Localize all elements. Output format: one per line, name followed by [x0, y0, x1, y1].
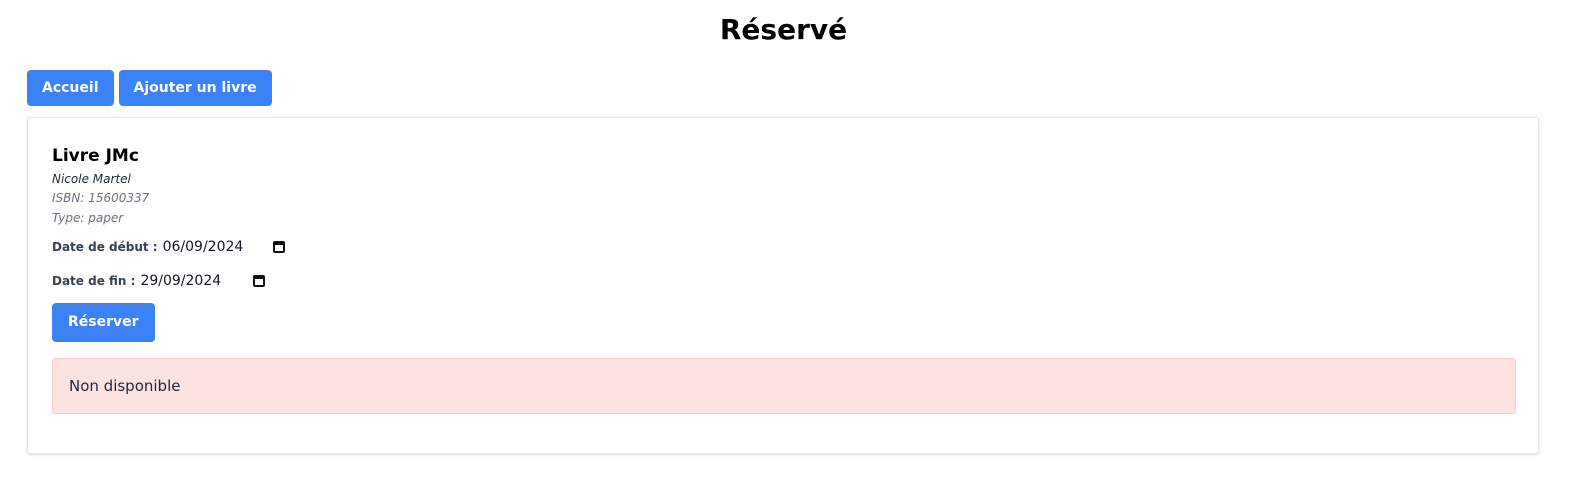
book-title: Livre JMc	[52, 146, 139, 166]
page-title: Réservé	[719, 13, 848, 46]
nav-bar: Accueil Ajouter un livre	[27, 70, 272, 106]
book-type: Type: paper	[52, 211, 124, 225]
start-date-input[interactable]: 06/09/2024	[163, 239, 286, 255]
add-book-button[interactable]: Ajouter un livre	[118, 70, 272, 106]
start-date-row: Date de début : 06/09/2024	[52, 239, 286, 255]
home-button[interactable]: Accueil	[27, 70, 114, 106]
end-date-value[interactable]: 29/09/2024	[140, 273, 221, 289]
page: Réservé Accueil Ajouter un livre Livre J…	[0, 0, 1591, 494]
start-date-label: Date de début :	[52, 240, 158, 254]
book-card: Livre JMc Nicole Martel ISBN: 15600337 T…	[27, 117, 1539, 454]
calendar-icon[interactable]	[273, 241, 286, 253]
book-isbn: ISBN: 15600337	[52, 191, 150, 205]
start-date-value[interactable]: 06/09/2024	[163, 239, 244, 255]
calendar-icon[interactable]	[253, 275, 266, 287]
availability-alert: Non disponible	[52, 358, 1516, 414]
reserve-button[interactable]: Réserver	[52, 303, 155, 342]
alert-message: Non disponible	[69, 377, 181, 395]
end-date-row: Date de fin : 29/09/2024	[52, 273, 266, 289]
end-date-label: Date de fin :	[52, 274, 136, 288]
end-date-input[interactable]: 29/09/2024	[140, 273, 266, 289]
book-author: Nicole Martel	[52, 172, 131, 186]
